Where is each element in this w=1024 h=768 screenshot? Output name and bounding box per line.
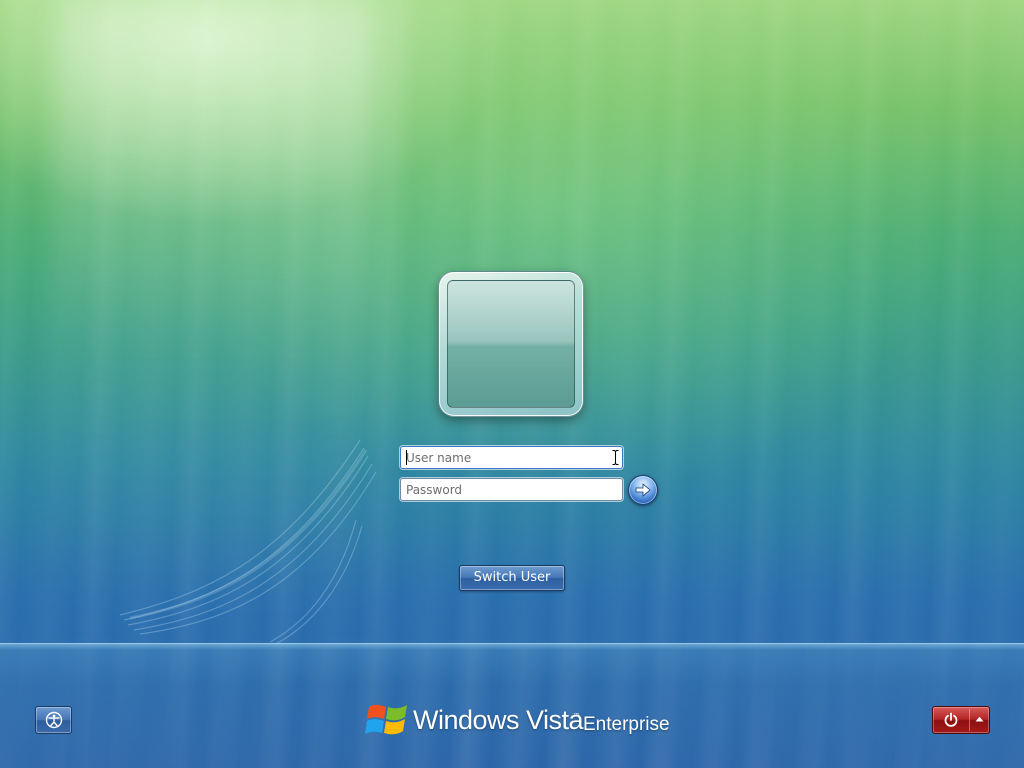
text-caret [406, 450, 407, 465]
shutdown-control [932, 706, 990, 734]
windows-vista-logo: Windows Vista ™ Enterprise [365, 697, 670, 743]
username-input[interactable] [400, 446, 623, 469]
switch-user-button[interactable]: Switch User [459, 565, 565, 591]
arrow-right-icon [635, 483, 651, 497]
trademark-symbol: ™ [573, 712, 580, 720]
password-input[interactable] [400, 478, 623, 501]
windows-flag-icon [365, 704, 407, 735]
shutdown-options-button[interactable] [970, 707, 989, 733]
background-swoosh [119, 439, 377, 645]
power-icon [944, 712, 958, 727]
user-picture-frame [438, 271, 584, 417]
background-glow [60, 0, 380, 640]
user-picture [447, 280, 575, 408]
product-name: Windows Vista [413, 705, 584, 735]
ease-of-access-icon [45, 711, 63, 729]
logon-screen: Switch User Windows Vista ™ Enterprise [0, 0, 1024, 768]
submit-login-button[interactable] [628, 475, 658, 505]
ease-of-access-button[interactable] [35, 706, 72, 734]
edition-name: Enterprise [583, 714, 670, 735]
shutdown-button[interactable] [933, 707, 969, 733]
chevron-up-icon [975, 716, 984, 722]
